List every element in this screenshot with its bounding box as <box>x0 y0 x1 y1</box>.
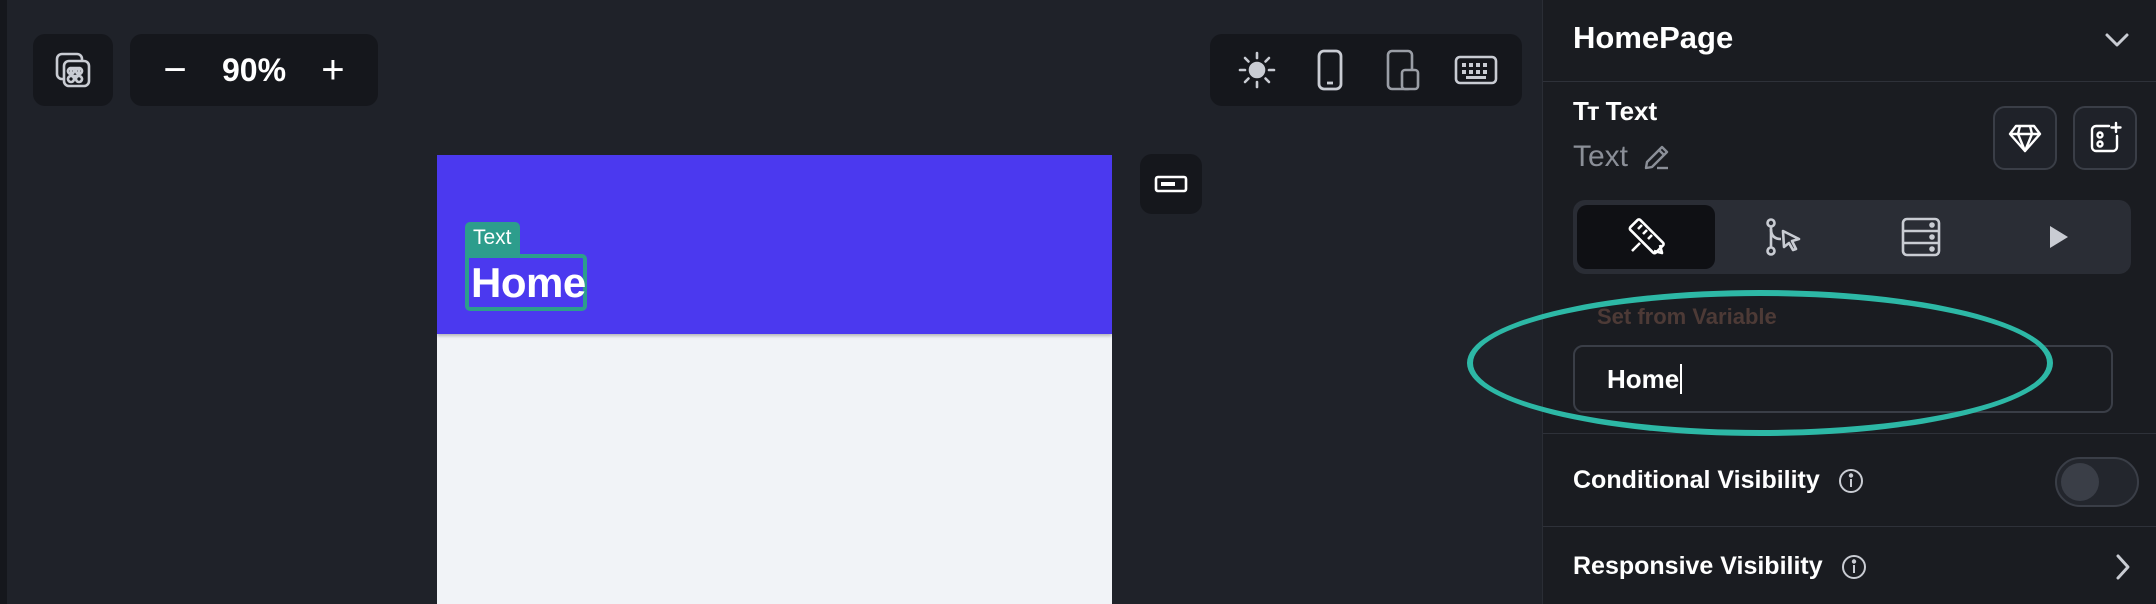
properties-icon <box>1628 218 1665 255</box>
text-value-input[interactable]: Home <box>1573 345 2113 413</box>
backend-query-icon <box>1901 217 1941 257</box>
actions-icon <box>1766 218 1801 256</box>
keyboard-icon <box>1454 55 1497 85</box>
widget-name[interactable]: Text <box>1573 140 1628 174</box>
panel-header: HomePage <box>1543 0 2156 82</box>
app-bar-settings-button[interactable] <box>1140 154 1202 214</box>
app-bar-icon <box>1154 175 1188 193</box>
text-caret <box>1680 364 1683 394</box>
sun-icon <box>1238 51 1275 89</box>
tab-preview[interactable] <box>1990 205 2128 269</box>
theme-toggle-button[interactable] <box>1232 45 1282 95</box>
text-type-icon: Tт <box>1573 96 1600 126</box>
app-bar[interactable]: Text Home <box>437 155 1112 334</box>
panel-tabs <box>1573 200 2131 274</box>
selected-text-widget[interactable]: Home <box>465 254 587 311</box>
zoom-in-button[interactable]: + <box>312 49 354 91</box>
tab-backend-query[interactable] <box>1852 205 1990 269</box>
widget-type-label: Text <box>1605 96 1658 126</box>
play-icon <box>2050 226 2069 248</box>
tab-actions[interactable] <box>1715 205 1853 269</box>
info-icon[interactable] <box>1841 554 1867 580</box>
phone-icon <box>1317 49 1342 91</box>
divider <box>1543 526 2156 527</box>
tab-properties[interactable] <box>1577 205 1715 269</box>
widget-name-row[interactable]: Text <box>1573 140 1672 174</box>
responsive-visibility-row[interactable]: Responsive Visibility <box>1573 552 1867 581</box>
add-widget-state-button[interactable] <box>2073 106 2137 170</box>
device-preview-controls <box>1210 34 1522 106</box>
conditional-visibility-label: Conditional Visibility <box>1573 466 1820 494</box>
chevron-down-icon[interactable] <box>2099 22 2135 58</box>
set-from-variable-link[interactable]: Set from Variable <box>1597 304 1777 330</box>
conditional-visibility-toggle[interactable] <box>2055 457 2139 507</box>
text-value: Home <box>1607 363 1680 394</box>
toggle-knob <box>2061 463 2099 501</box>
diamond-icon <box>2008 124 2042 153</box>
properties-panel: HomePage Tт Text Text Set from Variable … <box>1542 0 2156 604</box>
tablet-icon <box>1386 49 1419 91</box>
widget-type: Tт Text <box>1573 96 1657 127</box>
device-preview-frame[interactable]: Text Home <box>437 155 1112 604</box>
zoom-out-button[interactable]: − <box>154 49 196 91</box>
conditional-visibility-row: Conditional Visibility <box>1573 466 1864 495</box>
phone-preview-button[interactable] <box>1305 45 1355 95</box>
keyboard-toggle-button[interactable] <box>1451 45 1501 95</box>
info-icon[interactable] <box>1838 468 1864 494</box>
add-state-icon <box>2090 121 2122 153</box>
pencil-icon[interactable] <box>1642 142 1672 172</box>
chevron-right-icon[interactable] <box>2109 550 2137 584</box>
zoom-controls: − 90% + <box>130 34 378 106</box>
command-icon <box>55 52 91 88</box>
design-canvas[interactable]: − 90% + Text Home <box>7 0 1542 604</box>
app-bar-title[interactable]: Home <box>469 259 586 307</box>
left-edge-strip <box>0 0 7 604</box>
page-name: HomePage <box>1573 20 1734 55</box>
selection-tag: Text <box>465 222 520 254</box>
divider <box>1543 433 2156 434</box>
zoom-level[interactable]: 90% <box>222 52 286 89</box>
command-palette-button[interactable] <box>33 34 113 106</box>
responsive-visibility-label: Responsive Visibility <box>1573 552 1823 580</box>
promote-component-button[interactable] <box>1993 106 2057 170</box>
tablet-preview-button[interactable] <box>1378 45 1428 95</box>
